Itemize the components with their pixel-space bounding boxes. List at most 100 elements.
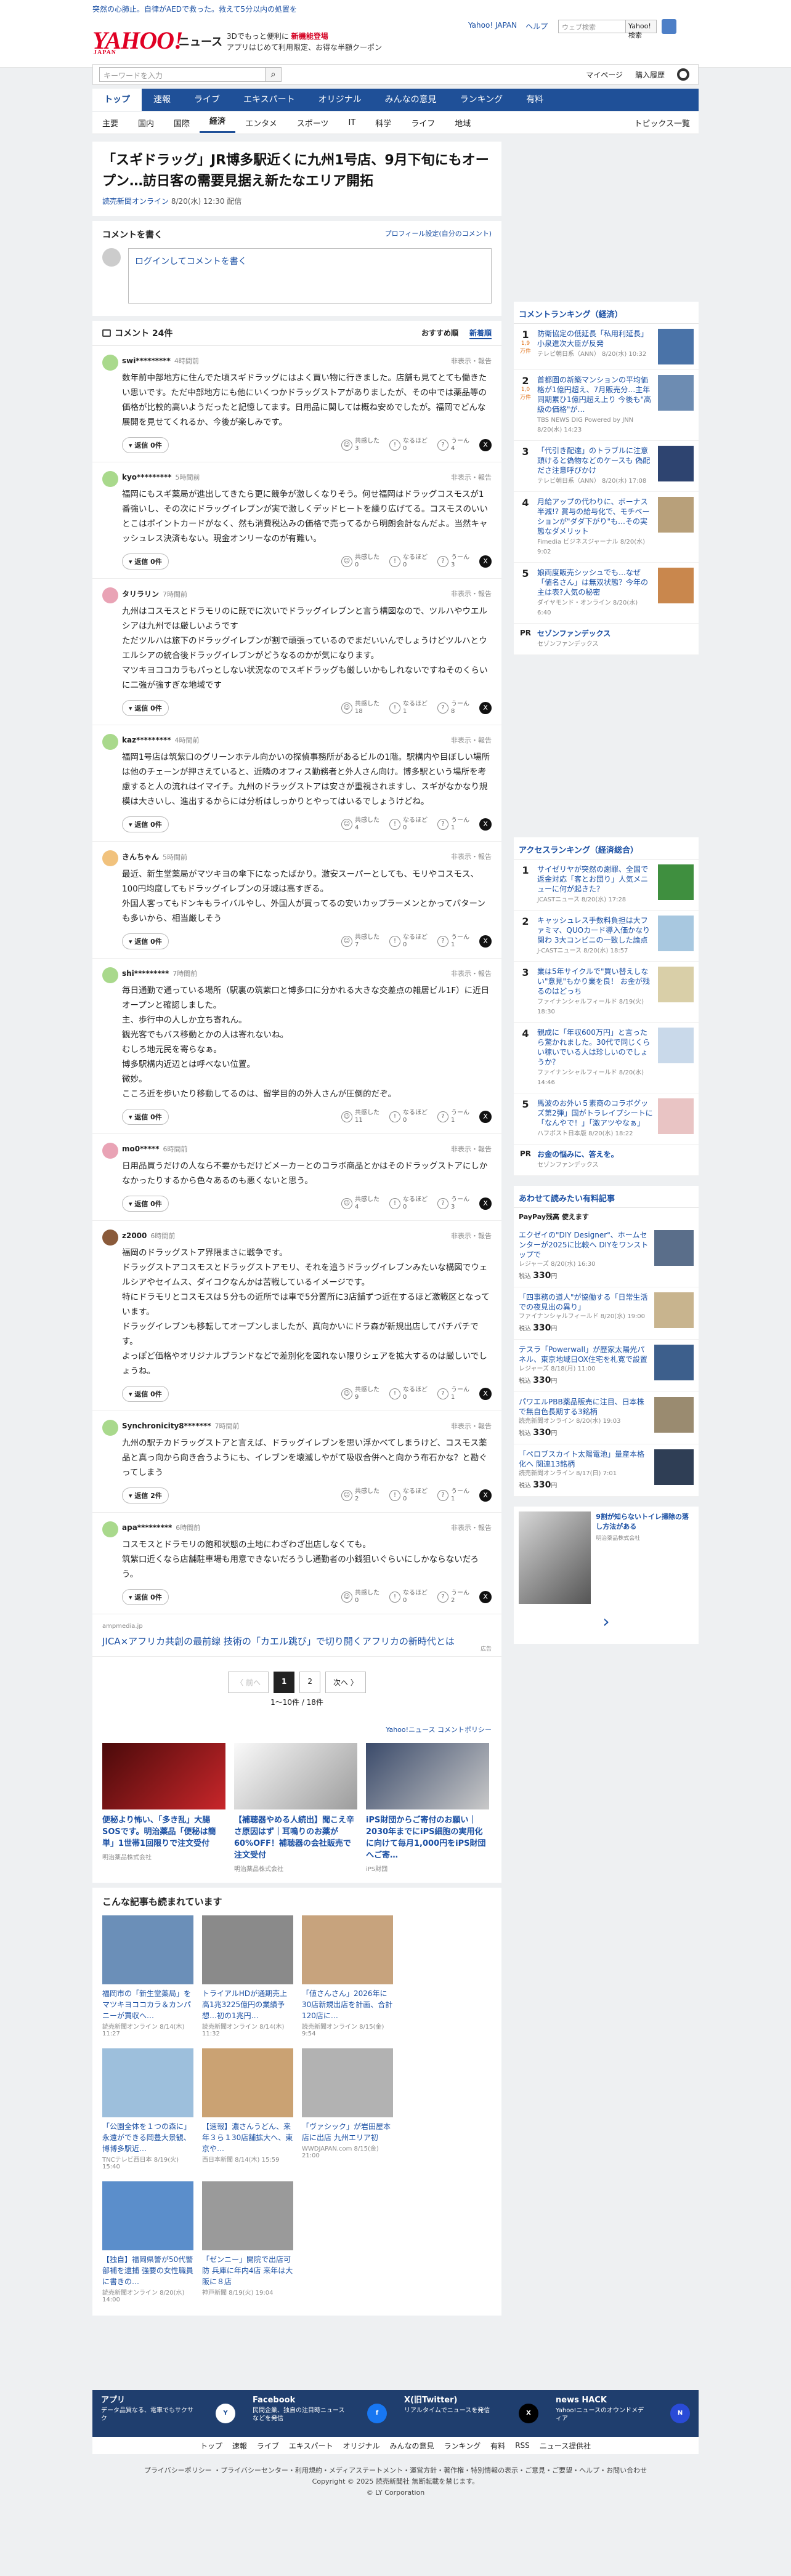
main-nav-0[interactable]: トップ [92,89,142,111]
site-search-input[interactable]: キーワードを入力 [99,67,266,82]
sort-new[interactable]: 新着順 [469,328,492,339]
vote-button-1[interactable]: ! なるほど 1 [389,701,428,715]
comment-user[interactable]: mo0***** 6時間前 [122,1144,492,1154]
vote-button-1[interactable]: ! なるほど 0 [389,1109,428,1124]
vote-button-1[interactable]: ! なるほど 0 [389,1196,428,1211]
avatar[interactable] [102,850,118,866]
sub-nav-8[interactable]: ライフ [401,117,445,129]
main-nav-4[interactable]: オリジナル [307,89,373,111]
paid-article-item[interactable]: エクゼイの"DIY Designer"、ホームセンターが2025に比較へ DIY… [514,1225,699,1287]
comment-user[interactable]: z2000 6時間前 [122,1231,492,1241]
sort-recommend[interactable]: おすすめ順 [421,328,458,339]
profile-link[interactable]: プロフィール設定(自分のコメント) [385,228,492,241]
avatar[interactable] [102,1230,118,1246]
avatar[interactable] [102,967,118,983]
comment-input[interactable]: ログインしてコメントを書く [128,248,492,304]
side-ad[interactable]: 9割が知らないトイレ掃除の落し方法がある 明治薬品株式会社 › [514,1507,699,1644]
footer-nav-4[interactable]: オリジナル [343,2441,380,2451]
recommend-item[interactable]: 福岡市の「新生堂薬局」をマツキヨココカラ＆カンパニーが買収へ… 読売新聞オンライン… [102,1915,193,2037]
vote-button-1[interactable]: ! なるほど 0 [389,817,428,832]
reply-button[interactable]: ▾ 返信 0件 [122,437,169,453]
recommend-item[interactable]: 【速報】濃さんうどん、来年３ら１30店舗拡大へ、東京や… 西日本新聞 8/14(木… [202,2048,293,2170]
vote-button-0[interactable]: ☺ 共感した 18 [341,701,379,715]
reply-button[interactable]: ▾ 返信 0件 [122,1109,169,1125]
news-logo-text[interactable]: ニュース [179,33,222,49]
x-share-icon[interactable]: X [479,439,492,451]
recommend-item[interactable]: 「値さんさん」2026年に30店新規出店を計画、合計120店に… 読売新聞オンライ… [302,1915,393,2037]
report-link[interactable]: 非表示・報告 [451,1231,492,1241]
main-nav-5[interactable]: みんなの意見 [373,89,448,111]
footer-social-item[interactable]: news HACK Yahoo!ニュースのオウンドメディア N [547,2390,699,2437]
comment-user[interactable]: kaz********* 4時間前 [122,735,492,745]
report-link[interactable]: 非表示・報告 [451,968,492,978]
vote-button-0[interactable]: ☺ 共感した 7 [341,934,379,949]
footer-nav-1[interactable]: 速報 [232,2441,247,2451]
comment-user[interactable]: タリラリン 7時間前 [122,589,492,599]
comment-policy-link[interactable]: Yahoo!ニュース コメントポリシー [92,1720,501,1739]
next-button[interactable]: 次へ 〉 [325,1672,366,1693]
page-2[interactable]: 2 [299,1672,320,1693]
sub-nav-2[interactable]: 国際 [164,117,200,129]
vote-button-2[interactable]: ? うーん 2 [437,1590,469,1604]
vote-button-1[interactable]: ! なるほど 0 [389,1387,428,1401]
reply-button[interactable]: ▾ 返信 0件 [122,1589,169,1605]
topics-list-link[interactable]: トピックス一覧 [624,117,699,129]
ranking-item[interactable]: 5 娘両度販売シッシュでも…なぜ「値名さん」は無双状態？今年の主は表?人気の秘密ダ… [514,563,699,624]
comment-user[interactable]: Synchronicity8******* 7時間前 [122,1421,492,1431]
x-share-icon[interactable]: X [479,935,492,948]
yahoo-top-link[interactable]: Yahoo! JAPAN [468,21,517,31]
main-nav-2[interactable]: ライブ [182,89,232,111]
recommend-item[interactable]: 「ヴァシック」が岩田屋本店に出店 九州エリア初 WWDJAPAN.com 8/15… [302,2048,393,2170]
article-title[interactable]: 「スギドラッグ」JR博多駅近くに九州1号店、9月下旬にもオープン…訪日客の需要見… [92,142,501,196]
avatar[interactable] [102,1521,118,1537]
comment-user[interactable]: kyo********* 5時間前 [122,472,492,482]
footer-social-item[interactable]: Facebook 民間企業、独自の注目時ニュースなどを発信 f [244,2390,396,2437]
gear-icon[interactable] [677,68,689,81]
history-link[interactable]: 購入履歴 [635,70,665,80]
footer-nav-0[interactable]: トップ [200,2441,222,2451]
vote-button-2[interactable]: ? うーん 8 [437,701,469,715]
footer-nav-9[interactable]: ニュース提供社 [540,2441,591,2451]
vote-button-2[interactable]: ? うーん 4 [437,438,469,453]
report-link[interactable]: 非表示・報告 [451,589,492,598]
vote-button-0[interactable]: ☺ 共感した 0 [341,554,379,569]
footer-nav-5[interactable]: みんなの意見 [390,2441,434,2451]
x-share-icon[interactable]: X [479,1591,492,1603]
prev-button[interactable]: 〈 前へ [228,1672,269,1693]
recommend-item[interactable]: 「公園全体を１つの森に」永遠ができる岡豊大景観、博博多駅近… TNCテレビ西日本 … [102,2048,193,2170]
sponsored-item[interactable]: 【補聴器やめる人続出】聞こえ辛さ原因はず｜耳鳴りのお薬が60%OFF！補聴器の会… [234,1743,357,1873]
vote-button-0[interactable]: ☺ 共感した 4 [341,1196,379,1211]
paid-article-item[interactable]: パワエルPBB薬品販売に注目、日本株で無自色長期する3銘柄 読売新聞オンライン 8… [514,1392,699,1444]
vote-button-2[interactable]: ? うーん 1 [437,1488,469,1503]
x-share-icon[interactable]: X [479,1111,492,1123]
vote-button-2[interactable]: ? うーん 1 [437,817,469,832]
ranking-item[interactable]: 1 サイゼリヤが突然の謝罪、全国で返金対応「客とお団り」人気メニューに何が起きた？… [514,859,699,911]
report-link[interactable]: 非表示・報告 [451,735,492,745]
main-nav-3[interactable]: エキスパート [232,89,307,111]
report-link[interactable]: 非表示・報告 [451,1421,492,1431]
footer-social-item[interactable]: X(旧Twitter) リアルタイムでニュースを発信 X [396,2390,547,2437]
vote-button-2[interactable]: ? うーん 3 [437,1196,469,1211]
chevron-right-icon[interactable]: › [519,1604,694,1639]
ranking-pr[interactable]: PR セゾンファンデックス セゾンファンデックス [514,624,699,655]
report-link[interactable]: 非表示・報告 [451,851,492,861]
reply-button[interactable]: ▾ 返信 2件 [122,1487,169,1503]
ranking-item[interactable]: 2 キャッシュレス手数料負担は大ファミマ、QUOカード導入価かなり関わ 3大コンビ… [514,911,699,962]
avatar[interactable] [102,355,118,371]
sub-nav-6[interactable]: IT [338,118,365,127]
paid-article-item[interactable]: 「ペロブスカイト太陽電池」量産本格化へ 関連13銘柄 読売新聞オンライン 8/17… [514,1444,699,1497]
footer-nav-8[interactable]: RSS [515,2441,530,2450]
sub-nav-9[interactable]: 地域 [445,117,481,129]
avatar[interactable] [102,471,118,487]
reply-button[interactable]: ▾ 返信 0件 [122,816,169,832]
vote-button-1[interactable]: ! なるほど 0 [389,934,428,949]
x-share-icon[interactable]: X [479,818,492,831]
x-share-icon[interactable]: X [479,555,492,568]
vote-button-0[interactable]: ☺ 共感した 0 [341,1590,379,1604]
ranking-item[interactable]: 5 馬波のお外い５素商のコラボグッズ第2弾」国がトラレイプシートに「なんやで！」「… [514,1093,699,1145]
vote-button-0[interactable]: ☺ 共感した 2 [341,1488,379,1503]
web-search-button[interactable]: Yahoo! 検索 [626,20,657,39]
vote-button-2[interactable]: ? うーん 3 [437,554,469,569]
comment-user[interactable]: apa********* 6時間前 [122,1523,492,1532]
avatar[interactable] [102,1420,118,1436]
